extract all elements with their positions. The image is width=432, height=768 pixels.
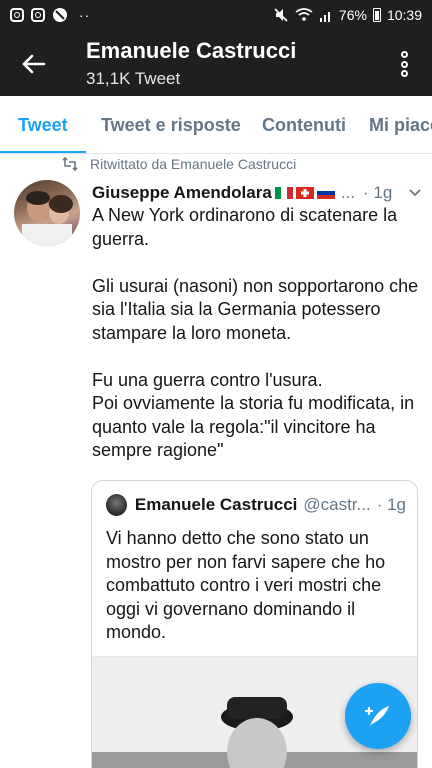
tab-contenuti[interactable]: Contenuti [262,96,346,153]
tab-tweet-e-risposte[interactable]: Tweet e risposte [101,96,241,153]
instagram-icon [31,8,45,22]
wifi-icon [295,8,313,21]
quoted-tweet-timestamp: · 1g [376,495,406,514]
author-avatar[interactable] [14,180,80,246]
status-bar: ·· 76% 10:39 [0,0,432,30]
no-sim-icon [53,8,67,22]
tab-tweet[interactable]: Tweet [18,96,68,153]
vertical-dots-icon[interactable] [398,48,410,80]
battery-percent: 76% [338,7,367,23]
chevron-down-icon[interactable] [408,186,422,200]
signal-icon [319,12,330,22]
tweet-timestamp: · 1g [362,183,393,202]
tab-mi-piace[interactable]: Mi piace [369,96,432,153]
retweet-icon [62,157,78,171]
notification-dots: ·· [79,7,91,23]
compose-tweet-button[interactable] [345,683,411,749]
profile-header: Emanuele Castrucci 31,1K Tweet [0,30,432,96]
tweet-count: 31,1K Tweet [86,69,181,88]
battery-icon [372,8,381,22]
tweet-header: Giuseppe Amendolara ... · 1g [92,182,422,204]
tweet-paragraph: Fu una guerra contro l'usura. Poi ovviam… [92,369,415,461]
quoted-tweet-text: Vi hanno detto che sono stato un mostro … [106,528,386,642]
profile-tabs: Tweet Tweet e risposte Contenuti Mi piac… [0,96,432,154]
tweet-paragraph: A New York ordinarono di scatenare la gu… [92,205,398,249]
profile-name-title: Emanuele Castrucci [86,38,297,63]
retweet-label: Ritwittato da Emanuele Castrucci [90,156,297,172]
switzerland-flag [295,187,314,199]
avatar-photo [22,191,73,246]
instagram-icon [10,8,24,22]
tweet-body: A New York ordinarono di scatenare la gu… [92,204,422,486]
italy-flag [274,187,293,199]
arrow-left-icon[interactable] [18,48,50,80]
clock: 10:39 [386,7,422,23]
author-name[interactable]: Giuseppe Amendolara [92,183,272,203]
quoted-author-name: Emanuele Castrucci [134,495,298,514]
mute-icon [274,8,288,22]
retweet-context: Ritwittato da Emanuele Castrucci [62,155,296,173]
quoted-tweet-header: Emanuele Castrucci @castr... · 1g [106,493,406,517]
russia-flag [316,187,335,199]
compose-tweet-icon [364,706,389,726]
quoted-author-avatar [106,494,127,516]
active-tab-indicator [0,151,86,153]
quoted-author-handle: @castr... [303,495,371,514]
author-handle: ... [340,183,355,202]
tweet-paragraph: Gli usurai (nasoni) non sopportarono che… [92,275,419,343]
